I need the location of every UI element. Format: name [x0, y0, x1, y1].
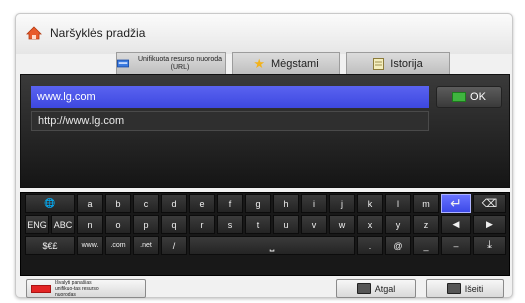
at-key[interactable]: @ — [385, 236, 411, 255]
tab-favorites-label: Mėgstami — [270, 57, 319, 70]
key-r[interactable]: r — [189, 215, 215, 234]
backspace-key[interactable]: ⌫ — [473, 194, 506, 213]
back-icon — [356, 283, 371, 294]
www-key[interactable]: www. — [77, 236, 103, 255]
key-e[interactable]: e — [189, 194, 215, 213]
keyboard-row: 🌐 a b c d e f g h i j k l m ↵ ⌫ — [21, 193, 509, 214]
underscore-key[interactable]: _ — [413, 236, 439, 255]
keyboard-row: $€£ www. .com .net / ⎵ . @ _ – ⤓ — [21, 235, 509, 256]
abc-key[interactable]: ABC — [51, 215, 75, 234]
key-d[interactable]: d — [161, 194, 187, 213]
key-n[interactable]: n — [77, 215, 103, 234]
virtual-keyboard: 🌐 a b c d e f g h i j k l m ↵ ⌫ ENG ABC … — [20, 192, 510, 276]
tab-url-label: Unifikuota resurso nuoroda (URL) — [137, 55, 223, 71]
arrow-right-key[interactable]: ▶ — [473, 215, 506, 234]
eng-key[interactable]: ENG — [25, 215, 49, 234]
tab-url[interactable]: Unifikuota resurso nuoroda (URL) — [116, 52, 226, 74]
arrow-left-key[interactable]: ◀ — [441, 215, 471, 234]
ok-button[interactable]: OK — [436, 86, 502, 108]
slash-key[interactable]: / — [161, 236, 187, 255]
dot-com-key[interactable]: .com — [105, 236, 131, 255]
dialog-footer: Išvalyti panašias unifikuo-tas resurso n… — [16, 276, 512, 298]
key-m[interactable]: m — [413, 194, 439, 213]
exit-button-label: Išeiti — [464, 283, 484, 294]
back-button-label: Atgal — [374, 283, 396, 294]
enter-key[interactable]: ↵ — [441, 194, 471, 213]
key-y[interactable]: y — [385, 215, 411, 234]
key-x[interactable]: x — [357, 215, 383, 234]
key-k[interactable]: k — [357, 194, 383, 213]
ok-button-label: OK — [470, 91, 486, 103]
key-v[interactable]: v — [301, 215, 327, 234]
tab-history-label: Istorija — [390, 57, 423, 70]
url-input[interactable]: www.lg.com — [31, 86, 429, 108]
key-f[interactable]: f — [217, 194, 243, 213]
key-t[interactable]: t — [245, 215, 271, 234]
keyboard-row: ENG ABC n o p q r s t u v w x y z ◀ ▶ — [21, 214, 509, 235]
tab-favorites[interactable]: ★ Mėgstami — [232, 52, 340, 74]
globe-key[interactable]: 🌐 — [25, 194, 75, 213]
star-icon: ★ — [253, 55, 265, 71]
exit-icon — [446, 283, 461, 294]
url-suggestion[interactable]: http://www.lg.com — [31, 111, 429, 131]
key-w[interactable]: w — [329, 215, 355, 234]
dot-net-key[interactable]: .net — [133, 236, 159, 255]
key-b[interactable]: b — [105, 194, 131, 213]
hide-keyboard-key[interactable]: ⤓ — [473, 236, 506, 255]
tab-bar: Unifikuota resurso nuoroda (URL) ★ Mėgst… — [16, 52, 512, 74]
key-j[interactable]: j — [329, 194, 355, 213]
green-button-icon — [452, 92, 467, 102]
currency-key[interactable]: $€£ — [25, 236, 75, 255]
home-icon — [26, 26, 42, 40]
browser-start-dialog: Naršyklės pradžia Unifikuota resurso nuo… — [15, 13, 513, 298]
note-icon — [373, 57, 385, 70]
dialog-title: Naršyklės pradžia — [50, 26, 146, 40]
key-a[interactable]: a — [77, 194, 103, 213]
dash-key[interactable]: – — [441, 236, 471, 255]
url-icon — [117, 59, 130, 68]
space-key[interactable]: ⎵ — [189, 236, 355, 255]
key-l[interactable]: l — [385, 194, 411, 213]
tab-history[interactable]: Istorija — [346, 52, 450, 74]
clear-similar-urls-label: Išvalyti panašias unifikuo-tas resurso n… — [55, 279, 99, 298]
key-z[interactable]: z — [413, 215, 439, 234]
clear-similar-urls-button[interactable]: Išvalyti panašias unifikuo-tas resurso n… — [26, 279, 146, 298]
key-c[interactable]: c — [133, 194, 159, 213]
key-h[interactable]: h — [273, 194, 299, 213]
key-i[interactable]: i — [301, 194, 327, 213]
back-button[interactable]: Atgal — [336, 279, 416, 298]
dot-key[interactable]: . — [357, 236, 383, 255]
dialog-header: Naršyklės pradžia — [16, 14, 512, 54]
key-s[interactable]: s — [217, 215, 243, 234]
key-q[interactable]: q — [161, 215, 187, 234]
red-button-icon — [31, 284, 51, 293]
key-u[interactable]: u — [273, 215, 299, 234]
exit-button[interactable]: Išeiti — [426, 279, 504, 298]
key-g[interactable]: g — [245, 194, 271, 213]
url-content-area: www.lg.com http://www.lg.com OK — [20, 74, 510, 188]
key-p[interactable]: p — [133, 215, 159, 234]
key-o[interactable]: o — [105, 215, 131, 234]
